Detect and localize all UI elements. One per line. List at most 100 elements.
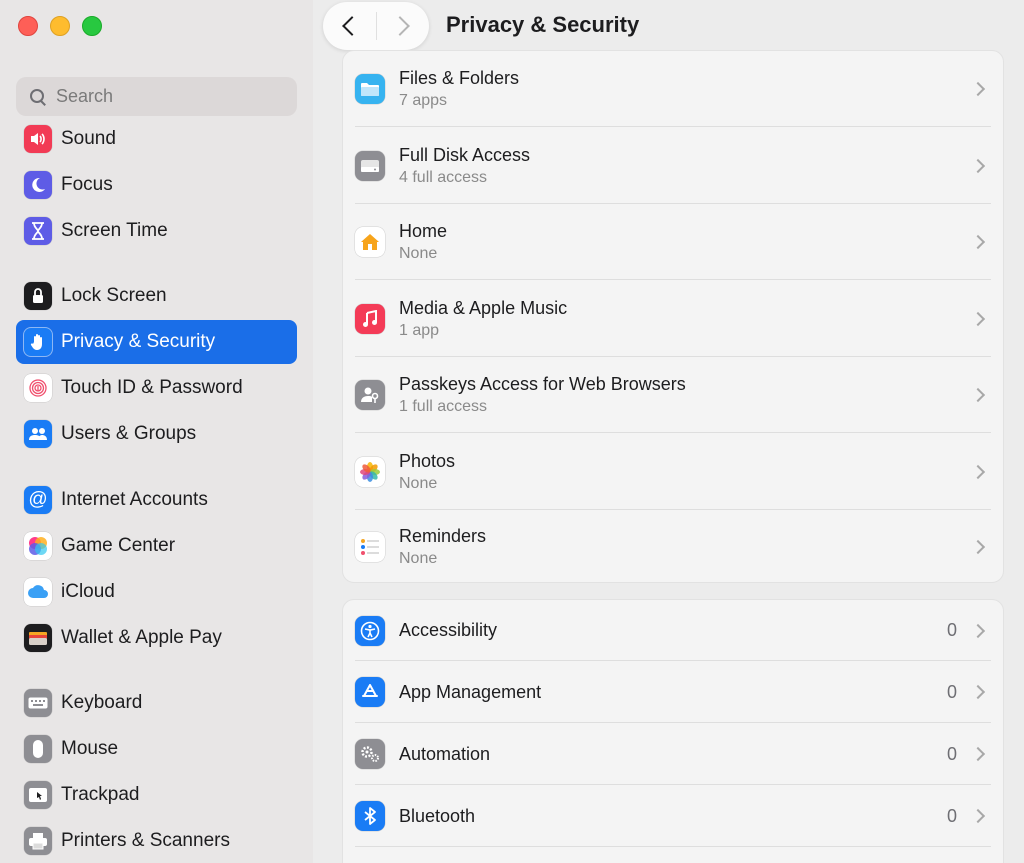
chevron-right-icon	[389, 16, 410, 36]
row-photos[interactable]: Photos None	[355, 433, 991, 510]
trackpad-icon	[24, 781, 52, 809]
access-group: Files & Folders 7 apps Full Disk Access …	[342, 50, 1004, 583]
sidebar-item-game-center[interactable]: Game Center	[16, 524, 297, 568]
row-files-folders[interactable]: Files & Folders 7 apps	[355, 51, 991, 127]
row-title: Photos	[399, 450, 456, 471]
sidebar-item-label: Users & Groups	[61, 423, 197, 444]
sidebar-item-label: Focus	[61, 174, 113, 195]
row-title: Files & Folders	[399, 68, 520, 88]
chevron-right-icon	[970, 81, 986, 97]
row-count: 0	[946, 805, 957, 826]
minimize-window-button[interactable]	[50, 16, 70, 36]
chevron-right-icon	[970, 464, 986, 479]
row-home[interactable]: Home None	[355, 204, 991, 280]
row-app-management[interactable]: App Management 0	[355, 661, 991, 723]
hourglass-icon	[24, 217, 52, 245]
sidebar-item-label: Lock Screen	[61, 285, 167, 306]
sidebar-item-internet-accounts[interactable]: @ Internet Accounts	[16, 478, 297, 522]
row-subtitle: 1 full access	[399, 398, 488, 415]
sidebar-item-label: Mouse	[61, 738, 119, 759]
wallet-icon	[24, 624, 52, 652]
sidebar: Search Sound Focus Screen Time Lock Scre…	[0, 0, 314, 863]
home-icon	[355, 227, 385, 257]
chevron-right-icon	[970, 808, 986, 824]
sidebar-item-label: Internet Accounts	[61, 489, 208, 510]
row-subtitle: None	[399, 245, 438, 262]
sidebar-item-label: Wallet & Apple Pay	[61, 627, 222, 648]
sidebar-item-icloud[interactable]: iCloud	[16, 570, 297, 614]
at-icon: @	[24, 486, 52, 514]
forward-button[interactable]	[376, 2, 429, 50]
printer-icon	[24, 827, 52, 855]
row-count: 0	[946, 620, 957, 640]
row-automation[interactable]: Automation 0	[355, 723, 991, 785]
search-placeholder: Search	[56, 86, 114, 106]
row-title: Full Disk Access	[399, 144, 531, 165]
row-passkeys-access[interactable]: Passkeys Access for Web Browsers 1 full …	[355, 357, 991, 433]
sidebar-item-screen-time[interactable]: Screen Time	[16, 209, 297, 253]
sidebar-item-label: Trackpad	[61, 784, 140, 805]
sidebar-item-label: Keyboard	[61, 692, 143, 713]
chevron-right-icon	[970, 311, 986, 326]
main-content: Privacy & Security Files & Folders 7 app…	[313, 0, 1024, 863]
sidebar-item-privacy-security[interactable]: Privacy & Security	[16, 320, 297, 364]
sidebar-item-label: Printers & Scanners	[61, 830, 230, 851]
row-count: 0	[946, 681, 957, 702]
row-media-apple-music[interactable]: Media & Apple Music 1 app	[355, 280, 991, 357]
sidebar-item-mouse[interactable]: Mouse	[16, 727, 297, 771]
game-center-icon	[24, 532, 52, 560]
chevron-right-icon	[970, 158, 986, 173]
row-title: Reminders	[399, 526, 487, 546]
passkey-icon	[355, 380, 385, 410]
accessibility-icon	[355, 615, 385, 646]
search-icon	[30, 88, 46, 105]
sidebar-item-printers[interactable]: Printers & Scanners	[16, 819, 297, 863]
row-reminders[interactable]: Reminders None	[355, 510, 991, 584]
bluetooth-icon	[355, 801, 385, 831]
moon-icon	[24, 171, 52, 199]
sidebar-item-focus[interactable]: Focus	[16, 163, 297, 207]
search-field[interactable]: Search	[16, 77, 297, 116]
row-title: App Management	[399, 681, 542, 702]
disk-icon	[355, 150, 385, 181]
sidebar-item-lock-screen[interactable]: Lock Screen	[16, 274, 297, 318]
back-button[interactable]	[323, 2, 376, 50]
row-subtitle: 7 apps	[399, 92, 448, 109]
chevron-right-icon	[970, 684, 986, 700]
chevron-right-icon	[970, 746, 986, 762]
app-store-icon	[355, 677, 385, 707]
chevron-right-icon	[970, 539, 986, 555]
sidebar-item-users-groups[interactable]: Users & Groups	[16, 412, 297, 456]
sidebar-item-wallet[interactable]: Wallet & Apple Pay	[16, 616, 297, 660]
row-title: Media & Apple Music	[399, 297, 568, 318]
sidebar-item-label: Touch ID & Password	[61, 377, 243, 398]
fingerprint-icon	[24, 374, 52, 402]
sidebar-item-trackpad[interactable]: Trackpad	[16, 773, 297, 817]
row-subtitle: None	[399, 550, 438, 567]
folder-icon	[355, 74, 385, 104]
row-subtitle: None	[399, 474, 438, 492]
permissions-group: Accessibility 0 App Management 0 Automat…	[342, 599, 1004, 863]
sidebar-item-sound[interactable]: Sound	[16, 117, 297, 161]
chevron-right-icon	[970, 234, 986, 250]
window-controls	[18, 16, 102, 36]
row-full-disk-access[interactable]: Full Disk Access 4 full access	[355, 127, 991, 204]
zoom-window-button[interactable]	[82, 16, 102, 36]
sidebar-item-touch-id[interactable]: Touch ID & Password	[16, 366, 297, 410]
row-bluetooth[interactable]: Bluetooth 0	[355, 785, 991, 847]
row-subtitle: 1 app	[399, 321, 440, 339]
sidebar-item-label: Privacy & Security	[61, 331, 216, 352]
sidebar-item-label: Screen Time	[61, 220, 168, 241]
chevron-right-icon	[970, 387, 986, 403]
sidebar-item-keyboard[interactable]: Keyboard	[16, 681, 297, 725]
row-title: Accessibility	[399, 620, 498, 640]
row-accessibility[interactable]: Accessibility 0	[355, 600, 991, 661]
row-subtitle: 4 full access	[399, 168, 488, 186]
row-title: Automation	[399, 743, 491, 764]
mouse-icon	[24, 735, 52, 763]
sidebar-item-label: iCloud	[61, 581, 115, 602]
cloud-icon	[24, 578, 52, 606]
chevron-right-icon	[970, 623, 986, 638]
row-title: Home	[399, 221, 448, 241]
close-window-button[interactable]	[18, 16, 38, 36]
